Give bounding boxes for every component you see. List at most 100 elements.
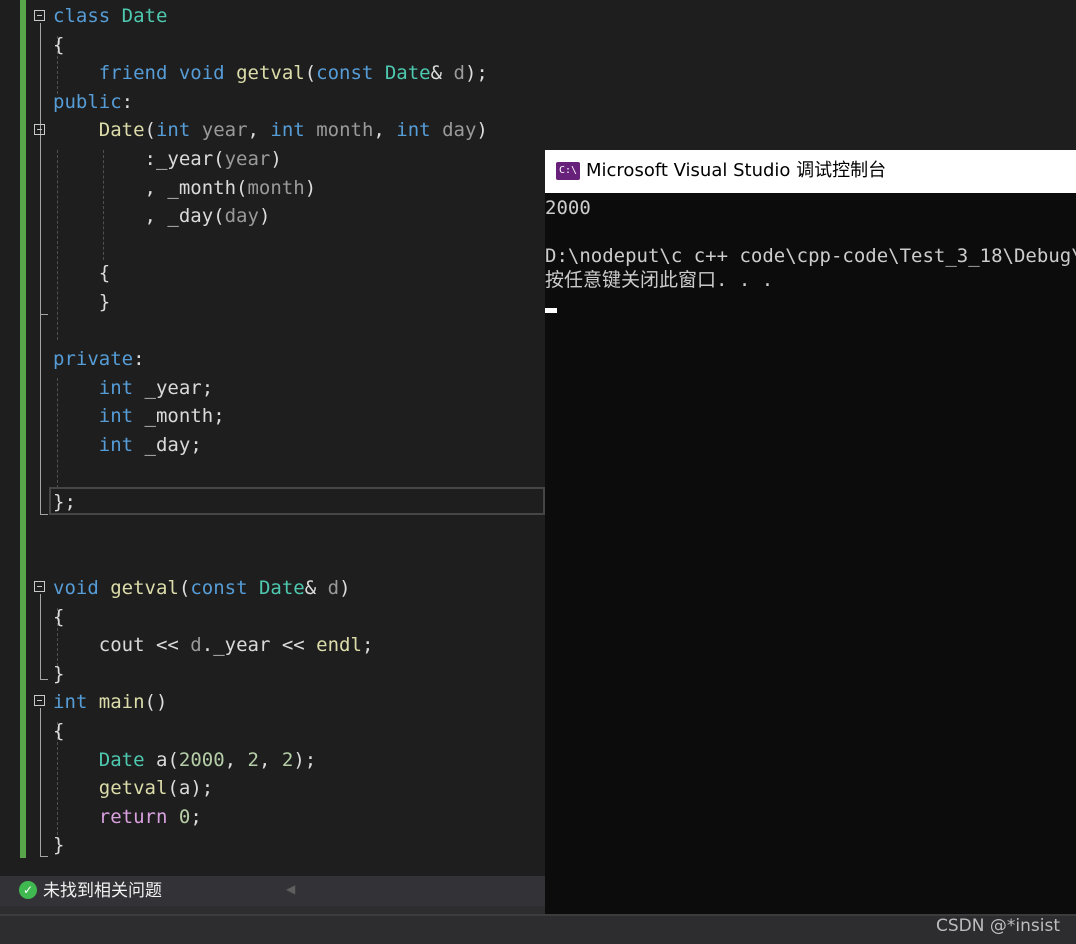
collapse-getval-icon[interactable]: [34, 581, 45, 592]
code-line[interactable]: int _month;: [53, 402, 225, 430]
code-token: .: [201, 634, 214, 657]
code-token: int: [270, 119, 305, 142]
code-token: int: [396, 119, 431, 142]
fold-line-class: [40, 23, 41, 515]
code-token: Date: [98, 119, 145, 142]
code-line[interactable]: }: [53, 288, 110, 316]
code-token: public: [53, 90, 122, 113]
code-token: year: [201, 119, 248, 142]
code-token: int: [155, 119, 191, 142]
code-line[interactable]: cout << d._year << endl;: [53, 631, 374, 659]
code-line[interactable]: , _day(day): [53, 202, 271, 230]
code-token: <<: [144, 634, 191, 657]
code-line[interactable]: void getval(const Date& d): [53, 574, 351, 602]
code-line[interactable]: {: [53, 31, 64, 59]
change-indicator-bar: [20, 0, 26, 858]
code-token: ): [339, 577, 351, 599]
code-token: ;: [190, 805, 202, 828]
code-token: _day: [144, 434, 191, 456]
code-token: }: [53, 834, 65, 857]
code-token: main: [98, 691, 145, 714]
code-line[interactable]: public:: [53, 88, 133, 116]
code-line[interactable]: :_year(year): [53, 145, 282, 173]
console-output-line: 按任意键关闭此窗口. . .: [545, 269, 774, 291]
code-token: (: [167, 777, 179, 800]
code-line[interactable]: int _day;: [53, 431, 202, 459]
code-token: class: [53, 5, 111, 27]
code-token: ,: [373, 119, 397, 142]
code-line[interactable]: Date(int year, int month, int day): [53, 116, 488, 144]
code-token: <<: [270, 634, 317, 657]
code-line[interactable]: {: [53, 717, 64, 745]
collapse-constructor-icon[interactable]: [34, 124, 45, 135]
scroll-left-icon[interactable]: ◀: [286, 882, 295, 896]
code-token: &: [304, 577, 328, 599]
code-token: getval: [98, 777, 168, 800]
code-line[interactable]: , _month(month): [53, 174, 317, 202]
code-token: ,: [53, 176, 168, 199]
console-output-line: D:\nodeput\c c++ code\cpp-code\Test_3_18…: [545, 245, 1076, 267]
code-token: &: [430, 62, 454, 85]
console-titlebar[interactable]: C:\ Microsoft Visual Studio 调试控制台: [545, 150, 1076, 193]
code-editor[interactable]: class Date{ friend void getval(const Dat…: [0, 0, 545, 876]
console-app-icon: C:\: [556, 162, 580, 180]
code-token: cout: [98, 634, 145, 657]
code-token: 0: [178, 805, 191, 828]
code-line[interactable]: friend void getval(const Date& d);: [53, 59, 488, 87]
no-issues-label[interactable]: 未找到相关问题: [43, 880, 162, 902]
code-token: ,: [53, 205, 168, 228]
console-output-line: 2000: [545, 197, 591, 219]
code-line[interactable]: }: [53, 660, 64, 688]
code-token: const: [190, 577, 248, 599]
code-line[interactable]: class Date: [53, 2, 167, 30]
code-token: const: [316, 62, 374, 85]
fold-end-getval: [40, 679, 48, 680]
code-token: ,: [224, 748, 248, 771]
collapse-class-icon[interactable]: [34, 10, 45, 21]
code-token: getval: [110, 577, 179, 599]
fold-end-class: [40, 514, 48, 515]
code-token: 2: [281, 748, 294, 771]
code-line[interactable]: return 0;: [53, 803, 202, 831]
code-token: ;: [201, 376, 214, 399]
fold-end-main: [40, 856, 48, 857]
code-line[interactable]: getval(a);: [53, 774, 213, 802]
code-token: 2: [247, 748, 259, 771]
code-token: {: [53, 262, 111, 285]
code-token: ): [270, 148, 282, 170]
code-line[interactable]: private:: [53, 345, 145, 373]
code-token: }: [53, 662, 65, 685]
code-token: d: [327, 577, 340, 599]
code-line[interactable]: int main(): [53, 688, 167, 716]
fold-line-getval: [40, 594, 41, 680]
code-token: };: [53, 491, 76, 514]
code-line[interactable]: }: [53, 831, 64, 859]
code-line[interactable]: int _year;: [53, 374, 213, 402]
code-token: year: [224, 148, 271, 170]
code-token: a: [178, 777, 191, 800]
code-line[interactable]: {: [53, 259, 110, 287]
code-line[interactable]: };: [53, 488, 76, 516]
code-line[interactable]: Date a(2000, 2, 2);: [53, 746, 316, 774]
collapse-main-icon[interactable]: [34, 695, 45, 706]
code-token: );: [464, 62, 488, 85]
debug-console-window[interactable]: C:\ Microsoft Visual Studio 调试控制台 2000 D…: [545, 150, 1076, 914]
fold-line-main: [40, 708, 41, 857]
code-line[interactable]: {: [53, 603, 64, 631]
code-token: );: [293, 748, 317, 771]
